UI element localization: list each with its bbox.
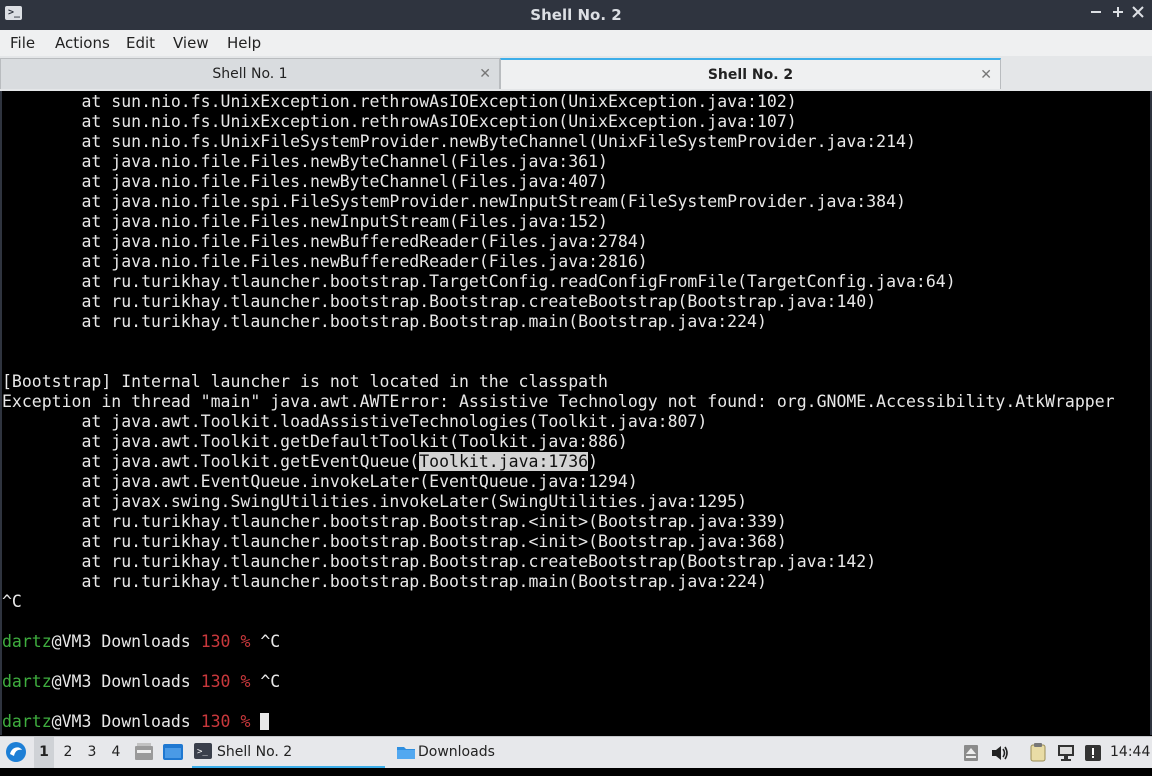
tab-label: Shell No. 1 — [212, 66, 288, 82]
terminal-line: at java.nio.file.Files.newBufferedReader… — [2, 252, 648, 271]
network-icon[interactable] — [1056, 742, 1076, 762]
terminal-line: at ru.turikhay.tlauncher.bootstrap.Boots… — [2, 532, 787, 551]
prompt-host-path: @VM3 Downloads — [51, 632, 201, 651]
tab-bar: Shell No. 1 ✕ Shell No. 2 ✕ — [0, 56, 1152, 91]
desktop-4-button[interactable]: 4 — [106, 737, 126, 768]
volume-icon[interactable] — [990, 743, 1010, 761]
minimize-icon — [1091, 11, 1101, 13]
prompt-user: dartz — [2, 712, 52, 731]
task-shell-no-2[interactable]: >_ Shell No. 2 — [192, 737, 385, 768]
menu-bar: File Actions Edit View Help — [0, 30, 1152, 57]
tab-shell-2[interactable]: Shell No. 2 ✕ — [500, 58, 1001, 89]
terminal-line: at javax.swing.SwingUtilities.invokeLate… — [2, 492, 748, 511]
terminal-line: at java.nio.file.Files.newInputStream(Fi… — [2, 212, 608, 231]
taskbar: 1 2 3 4 >_ Shell No. 2 Downloads 14:44 — [0, 736, 1152, 768]
menu-view[interactable]: View — [173, 30, 209, 56]
shell-prompt-active[interactable]: dartz@VM3 Downloads 130 % — [2, 712, 270, 732]
line-prefix: at java.awt.Toolkit.getEventQueue( — [2, 452, 420, 471]
tab-shell-1[interactable]: Shell No. 1 ✕ — [0, 58, 500, 89]
eject-icon[interactable] — [962, 743, 980, 761]
close-tab-icon[interactable]: ✕ — [479, 59, 491, 89]
lxqt-menu-icon[interactable] — [4, 740, 28, 764]
maximize-button[interactable] — [1108, 5, 1128, 25]
terminal-line: at ru.turikhay.tlauncher.bootstrap.Targe… — [2, 272, 956, 291]
terminal-line: at java.nio.file.Files.newByteChannel(Fi… — [2, 172, 608, 191]
prompt-status: 130 — [200, 632, 231, 651]
task-downloads[interactable]: Downloads — [394, 737, 594, 768]
desktop-1-button[interactable]: 1 — [34, 737, 54, 768]
window-title: Shell No. 2 — [530, 6, 622, 24]
terminal-line: at sun.nio.fs.UnixException.rethrowAsIOE… — [2, 112, 797, 131]
terminal-line: at java.nio.file.Files.newByteChannel(Fi… — [2, 152, 608, 171]
terminal-line-highlighted: at java.awt.Toolkit.getEventQueue(Toolki… — [2, 452, 598, 472]
shell-prompt: dartz@VM3 Downloads 130 % ^C — [2, 632, 280, 652]
prompt-symbol: % — [240, 672, 251, 691]
close-tab-icon[interactable]: ✕ — [980, 60, 992, 90]
menu-actions[interactable]: Actions — [55, 30, 110, 56]
text-cursor[interactable] — [260, 713, 270, 730]
menu-file[interactable]: File — [10, 30, 35, 56]
maximize-icon — [1113, 7, 1123, 17]
close-button[interactable] — [1128, 5, 1148, 25]
terminal-line: [Bootstrap] Internal launcher is not loc… — [2, 372, 608, 391]
terminal-line: Exception in thread "main" java.awt.AWTE… — [2, 392, 1115, 411]
menu-edit[interactable]: Edit — [126, 30, 155, 56]
prompt-status: 130 — [200, 712, 231, 731]
svg-text:>_: >_ — [197, 747, 208, 757]
terminal-line: at sun.nio.fs.UnixException.rethrowAsIOE… — [2, 92, 797, 111]
desktop-3-button[interactable]: 3 — [82, 737, 102, 768]
terminal-line: ^C — [2, 592, 22, 611]
notification-icon[interactable] — [1084, 743, 1102, 761]
terminal-line: at java.awt.EventQueue.invokeLater(Event… — [2, 472, 638, 491]
shell-prompt: dartz@VM3 Downloads 130 % ^C — [2, 672, 280, 692]
prompt-symbol: % — [240, 632, 251, 651]
terminal-line: at java.awt.Toolkit.loadAssistiveTechnol… — [2, 412, 708, 431]
terminal-line: at ru.turikhay.tlauncher.bootstrap.Boots… — [2, 512, 787, 531]
task-label: Shell No. 2 — [217, 744, 293, 760]
clock[interactable]: 14:44 — [1110, 737, 1150, 768]
terminal-icon: >_ — [194, 743, 212, 759]
prompt-input: ^C — [260, 672, 281, 691]
prompt-host-path: @VM3 Downloads — [51, 672, 201, 691]
terminal-line: at java.awt.Toolkit.getDefaultToolkit(To… — [2, 432, 628, 451]
terminal-line: at ru.turikhay.tlauncher.bootstrap.Boots… — [2, 572, 767, 591]
text-selection[interactable]: Toolkit.java:1736 — [419, 452, 589, 471]
terminal-line: at ru.turikhay.tlauncher.bootstrap.Boots… — [2, 552, 877, 571]
terminal-output[interactable]: at sun.nio.fs.UnixException.rethrowAsIOE… — [2, 92, 1150, 734]
terminal-line: at ru.turikhay.tlauncher.bootstrap.Boots… — [2, 312, 767, 331]
show-desktop-icon[interactable] — [134, 742, 154, 762]
prompt-status: 130 — [200, 672, 231, 691]
prompt-user: dartz — [2, 632, 52, 651]
minimize-button[interactable] — [1086, 5, 1106, 25]
clipboard-icon[interactable] — [1028, 742, 1048, 762]
desktop-2-button[interactable]: 2 — [58, 737, 78, 768]
task-label: Downloads — [418, 744, 495, 760]
close-icon — [1132, 6, 1144, 18]
line-suffix: ) — [588, 452, 599, 471]
menu-help[interactable]: Help — [227, 30, 261, 56]
terminal-line: at java.nio.file.Files.newBufferedReader… — [2, 232, 648, 251]
folder-icon — [397, 747, 415, 759]
terminal-line: at sun.nio.fs.UnixFileSystemProvider.new… — [2, 132, 916, 151]
prompt-symbol: % — [240, 712, 251, 731]
terminal-line: at java.nio.file.spi.FileSystemProvider.… — [2, 192, 906, 211]
terminal-line: at ru.turikhay.tlauncher.bootstrap.Boots… — [2, 292, 877, 311]
window-icon[interactable] — [162, 742, 184, 762]
window-titlebar[interactable]: >_ Shell No. 2 — [0, 0, 1152, 30]
prompt-host-path: @VM3 Downloads — [51, 712, 201, 731]
tab-label: Shell No. 2 — [707, 67, 794, 83]
prompt-input: ^C — [260, 632, 281, 651]
prompt-user: dartz — [2, 672, 52, 691]
